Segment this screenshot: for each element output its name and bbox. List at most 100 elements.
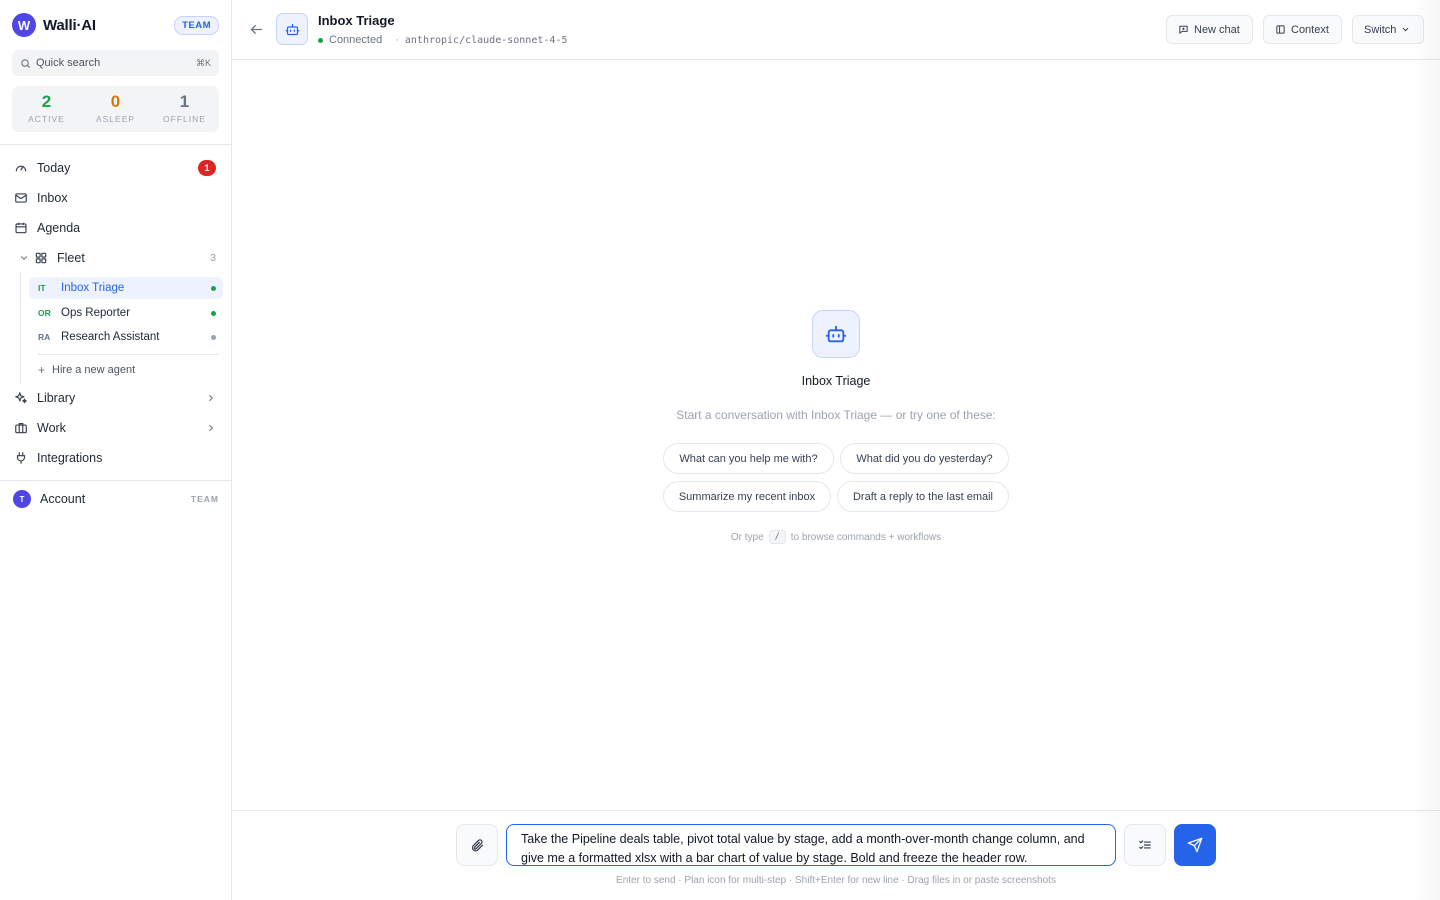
- sidebar-item-library[interactable]: Library: [6, 385, 224, 411]
- gauge-icon: [14, 161, 28, 175]
- sidebar-item-today[interactable]: Today 1: [6, 155, 224, 181]
- sidebar-item-label: Library: [37, 391, 76, 405]
- sidebar-item-agenda[interactable]: Agenda: [6, 215, 224, 241]
- plan-button[interactable]: [1124, 824, 1166, 866]
- stat-asleep-label: ASLEEP: [95, 114, 136, 124]
- fleet-count: 3: [210, 252, 216, 264]
- connection-status: Connected · anthropic/claude-sonnet-4-5: [318, 34, 567, 46]
- hint-text: Or type: [730, 531, 764, 543]
- sidebar-item-label: Integrations: [37, 451, 103, 465]
- suggestion-chip[interactable]: What did you do yesterday?: [840, 443, 1009, 474]
- sidebar: W Walli·AI TEAM Quick search ⌘K 2 ACTIVE…: [0, 0, 232, 900]
- chevron-down-icon: [1401, 25, 1410, 34]
- status-separator: ·: [395, 34, 399, 46]
- switch-agent-button[interactable]: Switch: [1352, 15, 1424, 44]
- message-plus-icon: [1178, 24, 1189, 35]
- stat-active-value: 2: [41, 92, 52, 111]
- fleet-agent-inbox-triage[interactable]: IT Inbox Triage: [29, 277, 223, 299]
- hint-text: to browse commands + workflows: [790, 531, 942, 543]
- agent-status-dot: [211, 285, 216, 291]
- account-plan-tag: TEAM: [190, 494, 219, 504]
- hire-agent-button[interactable]: + Hire a new agent: [38, 363, 135, 377]
- robot-icon: [825, 323, 847, 345]
- mail-icon: [14, 191, 28, 205]
- message-input[interactable]: Take the Pipeline deals table, pivot tot…: [506, 824, 1116, 866]
- suggestion-chip[interactable]: Draft a reply to the last email: [837, 481, 1009, 512]
- quick-search-input[interactable]: Quick search ⌘K: [12, 50, 219, 76]
- new-chat-button[interactable]: New chat: [1166, 15, 1253, 44]
- fleet-agent-ops-reporter[interactable]: OR Ops Reporter: [29, 302, 223, 324]
- agent-initials: OR: [38, 308, 51, 318]
- today-count-badge: 1: [198, 160, 216, 176]
- sidebar-item-label: Inbox: [37, 191, 68, 205]
- sidebar-item-label: Agenda: [37, 221, 81, 235]
- sidebar-item-fleet[interactable]: Fleet 3: [6, 245, 224, 271]
- stat-offline: 1 OFFLINE: [150, 86, 219, 132]
- agent-initials: RA: [38, 332, 51, 342]
- avatar: T: [13, 490, 31, 508]
- agent-name: Ops Reporter: [61, 307, 131, 319]
- brand-name: Walli·AI: [43, 16, 96, 34]
- status-text: Connected: [329, 34, 383, 46]
- back-arrow-icon[interactable]: [249, 22, 264, 37]
- send-icon: [1187, 837, 1203, 853]
- account-menu[interactable]: T Account TEAM: [13, 490, 219, 508]
- chevron-down-icon[interactable]: [19, 253, 29, 263]
- sparkles-icon: [14, 391, 28, 405]
- send-button[interactable]: [1174, 824, 1216, 866]
- attach-button[interactable]: [456, 824, 498, 866]
- model-name: anthropic/claude-sonnet-4-5: [404, 34, 568, 46]
- page-title: Inbox Triage: [318, 13, 395, 28]
- plug-icon: [14, 451, 28, 465]
- chat-header: Inbox Triage Connected · anthropic/claud…: [232, 0, 1440, 60]
- agent-status-dot: [211, 310, 216, 316]
- commands-hint: Or type / to browse commands + workflows: [636, 530, 1036, 544]
- stat-active: 2 ACTIVE: [12, 86, 81, 132]
- sidebar-item-inbox[interactable]: Inbox: [6, 185, 224, 211]
- brand: W Walli·AI TEAM: [12, 13, 219, 37]
- hire-agent-label: Hire a new agent: [52, 364, 136, 376]
- agent-avatar: [276, 13, 308, 45]
- grid-icon: [34, 251, 48, 265]
- account-label: Account: [40, 492, 86, 506]
- context-button[interactable]: Context: [1263, 15, 1342, 44]
- empty-state-subtitle: Start a conversation with Inbox Triage —…: [676, 408, 996, 422]
- search-icon: [20, 58, 31, 69]
- fleet-tree-line: [20, 272, 21, 384]
- fleet-stats: 2 ACTIVE 0 ASLEEP 1 OFFLINE: [12, 86, 219, 132]
- agent-initials: IT: [38, 283, 46, 293]
- suggestion-chip[interactable]: Summarize my recent inbox: [663, 481, 831, 512]
- quick-search-placeholder: Quick search: [36, 57, 101, 69]
- suggestion-chip[interactable]: What can you help me with?: [663, 443, 834, 474]
- composer-hint: Enter to send · Plan icon for multi-step…: [616, 875, 1056, 886]
- calendar-icon: [14, 221, 28, 235]
- stat-offline-label: OFFLINE: [163, 114, 206, 124]
- chevron-right-icon: [206, 423, 216, 433]
- briefcase-icon: [14, 421, 28, 435]
- switch-label: Switch: [1364, 23, 1397, 36]
- plan-badge: TEAM: [174, 15, 219, 35]
- empty-state-title: Inbox Triage: [801, 374, 871, 388]
- brand-logo: W: [12, 13, 36, 37]
- context-label: Context: [1291, 23, 1329, 36]
- agent-name: Inbox Triage: [61, 282, 125, 294]
- quick-search-shortcut: ⌘K: [195, 57, 211, 68]
- agent-status-dot: [211, 334, 216, 340]
- fleet-divider: [38, 354, 219, 355]
- composer: Take the Pipeline deals table, pivot tot…: [232, 810, 1440, 900]
- sidebar-item-integrations[interactable]: Integrations: [6, 445, 224, 471]
- fleet-agent-research-assistant[interactable]: RA Research Assistant: [29, 326, 223, 348]
- sidebar-item-work[interactable]: Work: [6, 415, 224, 441]
- new-chat-label: New chat: [1194, 23, 1240, 36]
- sidebar-divider: [0, 144, 231, 145]
- robot-icon: [285, 22, 300, 37]
- stat-asleep-value: 0: [110, 92, 121, 111]
- empty-state-icon: [812, 310, 860, 358]
- sidebar-item-label: Today: [37, 161, 71, 175]
- stat-offline-value: 1: [179, 92, 190, 111]
- slash-key: /: [768, 530, 786, 544]
- paperclip-icon: [470, 838, 485, 853]
- status-dot: [318, 37, 323, 43]
- sidebar-item-label: Fleet: [57, 251, 85, 265]
- plus-icon: +: [38, 363, 46, 377]
